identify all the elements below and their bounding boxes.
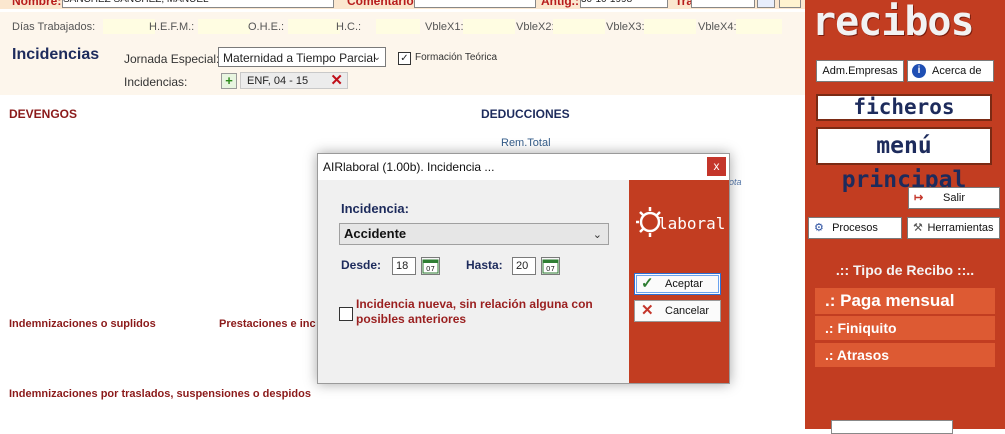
indemnizaciones-traslados-heading: Indemnizaciones por traslados, suspensio… <box>9 388 311 400</box>
procesos-button[interactable]: ⚙ Procesos <box>808 217 902 239</box>
info-row: Días Trabajados: H.E.F.M.: O.H.E.: H.C.:… <box>0 12 805 40</box>
desde-input[interactable]: 18 <box>392 257 416 275</box>
info-button[interactable] <box>757 0 775 8</box>
adm-empresas-button[interactable]: Adm.Empresas <box>816 60 904 82</box>
logo-text: laboral <box>658 214 725 233</box>
salir-label: Salir <box>942 192 965 204</box>
partial-label: ota <box>729 177 742 187</box>
svg-text:07: 07 <box>426 265 435 273</box>
bottom-button[interactable] <box>831 420 953 434</box>
rem-total-label: Rem.Total <box>501 137 551 149</box>
comentario-field[interactable] <box>414 0 536 8</box>
hefm-field[interactable] <box>198 19 250 34</box>
acerca-button[interactable]: i Acerca de <box>907 60 994 82</box>
hasta-label: Hasta: <box>466 258 503 272</box>
vblex2-field[interactable] <box>553 19 605 34</box>
jornada-label: Jornada Especial: <box>124 52 220 66</box>
hc-label: H.C.: <box>336 21 362 33</box>
vblex1-field[interactable] <box>463 19 515 34</box>
formacion-label: Formación Teórica <box>415 52 498 63</box>
nombre-field[interactable]: SANCHEZ SANCHEZ, MANUEL <box>62 0 334 8</box>
desde-calendar-icon[interactable]: 07 <box>421 257 440 275</box>
tipo-paga-mensual[interactable]: .: Paga mensual <box>815 288 995 314</box>
info-icon: i <box>912 64 926 78</box>
tipo-atrasos[interactable]: .: Atrasos <box>815 343 995 367</box>
deducciones-heading: DEDUCCIONES <box>481 107 570 121</box>
cancelar-label: Cancelar <box>665 305 710 317</box>
trabajo-field[interactable] <box>691 0 755 8</box>
exit-icon: ↦ <box>914 192 924 204</box>
tipo-finiquito[interactable]: .: Finiquito <box>815 316 995 340</box>
vblex3-label: VbleX3: <box>606 21 645 33</box>
hefm-label: H.E.F.M.: <box>149 21 195 33</box>
hasta-calendar-icon[interactable]: 07 <box>541 257 560 275</box>
indemnizaciones-suplidos-heading: Indemnizaciones o suplidos <box>9 318 156 330</box>
vblex4-label: VbleX4: <box>698 21 737 33</box>
svg-text:07: 07 <box>546 265 555 273</box>
ohe-field[interactable] <box>288 19 340 34</box>
aceptar-label: Aceptar <box>665 278 703 290</box>
incidencia-tag-label: ENF, 04 - 15 <box>247 75 309 87</box>
dialog-titlebar[interactable]: AIRlaboral (1.00b). Incidencia ... x <box>318 154 729 180</box>
formacion-checkbox[interactable]: ✓ <box>398 52 411 65</box>
ficheros-button[interactable]: ficheros <box>816 94 992 121</box>
dias-field[interactable] <box>103 19 155 34</box>
nombre-label: Nombre: <box>12 0 62 8</box>
acerca-label: Acerca de <box>932 65 982 77</box>
desde-label: Desde: <box>341 258 382 272</box>
jornada-value: Maternidad a Tiempo Parcial <box>223 51 376 65</box>
prestaciones-heading: Prestaciones e inc <box>219 318 316 330</box>
salir-button[interactable]: ↦ Salir <box>908 187 1000 209</box>
jornada-select[interactable]: Maternidad a Tiempo Parcial ⌄ <box>218 47 386 67</box>
menu-principal-button[interactable]: menú principal <box>816 127 992 193</box>
aceptar-button[interactable]: ✓ Aceptar <box>634 273 721 295</box>
vblex1-label: VbleX1: <box>425 21 464 33</box>
add-incidencia-icon[interactable]: + <box>221 73 237 89</box>
remove-incidencia-icon[interactable]: ✕ <box>330 72 343 89</box>
incidencias-panel <box>0 40 805 95</box>
procesos-label: Procesos <box>832 222 878 234</box>
incidencia-tag[interactable]: ENF, 04 - 15 ✕ <box>240 72 348 89</box>
tipo-recibo-title: .:: Tipo de Recibo ::.. <box>835 262 975 278</box>
herramientas-label: Herramientas <box>927 222 994 234</box>
incidencias-title: Incidencias <box>12 46 100 63</box>
chevron-down-icon: ⌄ <box>372 52 381 63</box>
devengos-heading: DEVENGOS <box>9 107 78 121</box>
vblex3-field[interactable] <box>644 19 696 34</box>
comentario-label: Comentario: <box>347 0 418 8</box>
nueva-incidencia-checkbox[interactable] <box>339 307 353 321</box>
close-icon[interactable]: x <box>707 157 726 176</box>
header-strip: Nombre: SANCHEZ SANCHEZ, MANUEL Comentar… <box>0 0 805 9</box>
incidencia-select[interactable]: Accidente ⌄ <box>339 223 609 245</box>
cancelar-button[interactable]: ✕ Cancelar <box>634 300 721 322</box>
incidencias-label: Incidencias: <box>124 75 188 89</box>
herramientas-button[interactable]: ⚒ Herramientas <box>907 217 1000 239</box>
app-brand: recibos <box>812 0 975 45</box>
tools-icon: ⚒ <box>913 222 923 234</box>
ohe-label: O.H.E.: <box>248 21 285 33</box>
antig-field[interactable]: 30-10-1998 <box>580 0 668 8</box>
close-icon: ✕ <box>641 302 654 319</box>
next-button[interactable] <box>779 0 801 8</box>
vblex2-label: VbleX2: <box>516 21 555 33</box>
incidencia-dialog: AIRlaboral (1.00b). Incidencia ... x lab… <box>317 153 730 384</box>
chevron-down-icon: ⌄ <box>592 229 602 241</box>
hasta-input[interactable]: 20 <box>512 257 536 275</box>
dias-label: Días Trabajados: <box>12 21 96 33</box>
incidencia-value: Accidente <box>344 226 407 241</box>
vblex4-field[interactable] <box>736 19 782 34</box>
incidencia-label: Incidencia: <box>341 201 409 216</box>
antig-label: Antig.: <box>541 0 579 8</box>
gears-icon: ⚙ <box>814 222 824 234</box>
laboral-logo: laboral <box>635 202 726 242</box>
hc-field[interactable] <box>376 19 420 34</box>
dialog-title: AIRlaboral (1.00b). Incidencia ... <box>323 160 495 174</box>
check-icon: ✓ <box>641 275 654 292</box>
nueva-incidencia-label: Incidencia nueva, sin relación alguna co… <box>356 297 593 326</box>
